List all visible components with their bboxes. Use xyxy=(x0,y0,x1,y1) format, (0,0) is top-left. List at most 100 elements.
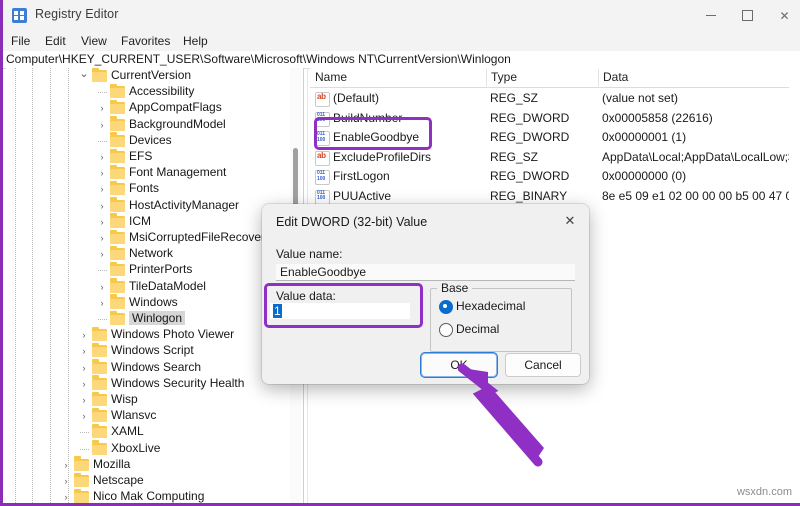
radio-decimal[interactable] xyxy=(439,323,453,337)
chevron-right-icon[interactable]: › xyxy=(78,410,90,422)
tree-item-label: EFS xyxy=(129,149,153,163)
menu-item-edit[interactable]: Edit xyxy=(45,34,66,48)
tree-item-label: Wlansvc xyxy=(111,408,157,423)
tree-item-label: CurrentVersion xyxy=(111,68,192,82)
tree-item-label: HostActivityManager xyxy=(129,197,240,212)
title-bar: Registry Editor ✕ xyxy=(3,0,800,31)
tree-scrollbar-thumb[interactable] xyxy=(293,148,298,210)
chevron-right-icon[interactable]: › xyxy=(96,119,108,131)
chevron-right-icon[interactable]: › xyxy=(60,459,72,471)
string-value-icon xyxy=(315,92,330,107)
chevron-right-icon[interactable]: › xyxy=(96,216,108,228)
value-data-cell: 8e e5 09 e1 02 00 00 00 b5 00 47 05 1b d xyxy=(602,188,800,203)
highlight-value-data-field xyxy=(264,283,423,328)
folder-icon xyxy=(92,326,107,342)
tree-item-label: Windows Photo Viewer xyxy=(111,327,235,342)
folder-icon xyxy=(110,148,125,163)
value-data-cell: AppData\Local;AppData\LocalLow;$Rec xyxy=(602,149,800,164)
value-type-cell: REG_DWORD xyxy=(490,169,570,183)
value-type-cell: REG_DWORD xyxy=(490,130,570,144)
tree-item-label: Nico Mak Computing xyxy=(93,489,205,503)
chevron-right-icon[interactable]: › xyxy=(96,248,108,260)
chevron-right-icon[interactable]: › xyxy=(96,151,108,163)
menu-item-file[interactable]: File xyxy=(11,34,30,48)
registry-tree-pane[interactable]: ⌄ CurrentVersion Accessibility › AppCompatFl… xyxy=(6,68,304,503)
tree-branch-line xyxy=(80,432,89,434)
chevron-right-icon[interactable]: › xyxy=(96,297,108,309)
chevron-right-icon[interactable]: › xyxy=(78,329,90,341)
tree-item-label: Netscape xyxy=(93,473,144,487)
value-name-cell: ExcludeProfileDirs xyxy=(333,149,432,164)
chevron-right-icon[interactable]: › xyxy=(78,378,90,390)
chevron-right-icon[interactable]: › xyxy=(96,167,108,179)
tree-item-label: XboxLive xyxy=(111,440,161,455)
chevron-down-icon[interactable]: ⌄ xyxy=(78,68,90,80)
values-column-header: Name Type Data xyxy=(310,68,800,88)
values-row[interactable]: (Default) REG_SZ (value not set) xyxy=(310,89,800,109)
base-group-label: Base xyxy=(437,281,473,295)
menu-item-favorites[interactable]: Favorites xyxy=(121,34,170,48)
values-row[interactable]: FirstLogon REG_DWORD 0x00000000 (0) xyxy=(310,167,800,187)
value-name-field: EnableGoodbye xyxy=(276,264,575,281)
folder-icon xyxy=(110,261,125,277)
folder-icon xyxy=(74,456,89,471)
tree-item-label: Accessibility xyxy=(129,84,195,99)
registry-editor-window: Registry Editor ✕ File Edit View Favorit… xyxy=(0,0,800,506)
column-header-type[interactable]: Type xyxy=(491,70,517,84)
values-scrollbar[interactable] xyxy=(789,68,800,503)
folder-icon xyxy=(92,440,107,455)
folder-icon xyxy=(110,245,125,261)
chevron-right-icon[interactable]: › xyxy=(96,183,108,195)
radio-decimal-label[interactable]: Decimal xyxy=(456,322,499,336)
maximize-icon xyxy=(742,10,753,21)
tree-item-label: Windows Script xyxy=(111,343,194,358)
chevron-right-icon[interactable]: › xyxy=(96,200,108,212)
value-name-cell: FirstLogon xyxy=(333,169,390,183)
chevron-right-icon[interactable]: › xyxy=(60,491,72,503)
chevron-right-icon[interactable]: › xyxy=(78,362,90,374)
chevron-right-icon[interactable]: › xyxy=(78,345,90,357)
folder-icon xyxy=(110,310,125,325)
radio-hexadecimal[interactable] xyxy=(439,300,453,314)
tree-item-label: Windows Security Health xyxy=(111,375,245,390)
close-icon: ✕ xyxy=(779,8,790,23)
folder-icon xyxy=(92,68,107,82)
value-type-cell: REG_SZ xyxy=(490,149,539,164)
tree-item-label: AppCompatFlags xyxy=(129,100,222,115)
chevron-right-icon[interactable]: › xyxy=(96,102,108,114)
tree-item-label: ICM xyxy=(129,213,151,228)
minimize-button[interactable] xyxy=(692,0,729,31)
base-group xyxy=(430,288,572,352)
folder-icon xyxy=(92,391,107,406)
folder-icon xyxy=(92,407,107,423)
close-button[interactable]: ✕ xyxy=(766,0,800,31)
dialog-close-button[interactable]: ✕ xyxy=(560,212,580,230)
value-name-label: Value name: xyxy=(276,247,343,261)
address-bar[interactable]: Computer\HKEY_CURRENT_USER\Software\Micr… xyxy=(3,51,800,69)
folder-icon xyxy=(110,197,125,212)
folder-icon xyxy=(92,342,107,358)
folder-icon xyxy=(110,278,125,293)
window-controls: ✕ xyxy=(692,0,800,31)
menu-item-help[interactable]: Help xyxy=(183,34,208,48)
tree-item-label: Fonts xyxy=(129,181,160,196)
value-name-cell: (Default) xyxy=(333,91,380,105)
values-row[interactable]: ExcludeProfileDirs REG_SZ AppData\Local;Ap… xyxy=(310,148,800,168)
chevron-right-icon[interactable]: › xyxy=(96,281,108,293)
tree-item-label: Font Management xyxy=(129,165,227,180)
maximize-button[interactable] xyxy=(729,0,766,31)
tree-item-label: Winlogon xyxy=(129,311,186,325)
dword-value-icon xyxy=(315,170,330,185)
radio-hexadecimal-label[interactable]: Hexadecimal xyxy=(456,299,525,313)
folder-icon xyxy=(74,472,89,487)
column-header-data[interactable]: Data xyxy=(603,70,628,84)
folder-icon xyxy=(92,423,107,439)
folder-icon xyxy=(110,164,125,180)
menu-item-view[interactable]: View xyxy=(81,34,107,48)
chevron-right-icon[interactable]: › xyxy=(60,475,72,487)
tree-item-label: Windows xyxy=(129,294,178,309)
chevron-right-icon[interactable]: › xyxy=(96,232,108,244)
column-header-name[interactable]: Name xyxy=(315,70,347,84)
folder-icon xyxy=(110,213,125,228)
chevron-right-icon[interactable]: › xyxy=(78,394,90,406)
